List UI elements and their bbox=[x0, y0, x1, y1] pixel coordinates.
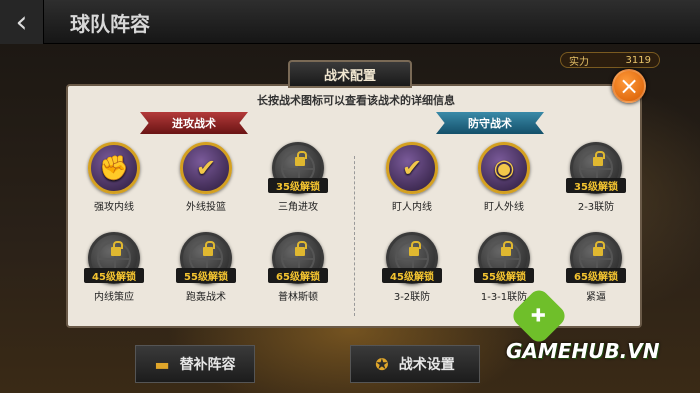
unlock-level-tag: 45级解锁 bbox=[382, 268, 442, 283]
offense-tactic-item[interactable]: ✔ 外线投篮 bbox=[166, 142, 246, 224]
lock-icon bbox=[501, 241, 513, 256]
tactic-glyph-icon: ✔ bbox=[195, 154, 217, 182]
power-value: 3119 bbox=[625, 54, 651, 66]
gamehub-watermark: ✚ GAMEHUB.VN bbox=[506, 286, 686, 385]
offense-tactic-item[interactable]: 65级解锁普林斯顿 bbox=[258, 232, 338, 314]
back-button[interactable]: ‹ bbox=[0, 0, 44, 44]
offense-tactic-item[interactable]: ✊ 强攻内线 bbox=[74, 142, 154, 224]
lock-icon bbox=[593, 151, 605, 166]
close-button[interactable]: × bbox=[612, 69, 646, 103]
substitutes-label: 替补阵容 bbox=[179, 357, 236, 373]
unlock-level-tag: 55级解锁 bbox=[474, 268, 534, 283]
dialog-hint: 长按战术图标可以查看该战术的详细信息 bbox=[257, 94, 455, 107]
unlock-level-tag: 45级解锁 bbox=[84, 268, 144, 283]
tactics-settings-label: 战术设置 bbox=[398, 357, 455, 373]
lock-icon bbox=[593, 241, 605, 256]
offense-tactic-item[interactable]: 35级解锁三角进攻 bbox=[258, 142, 338, 224]
defense-tactic-item[interactable]: 45级解锁 3-2联防 bbox=[372, 232, 452, 314]
tactic-label: 盯人外线 bbox=[484, 202, 524, 213]
tactic-icon: ◉ bbox=[478, 142, 530, 194]
offense-tactic-item[interactable]: 55级解锁跑轰战术 bbox=[166, 232, 246, 314]
lock-icon bbox=[203, 241, 215, 256]
tactic-label: 外线投篮 bbox=[186, 202, 226, 213]
tactic-icon: ✊ bbox=[88, 142, 140, 194]
unlock-level-tag: 35级解锁 bbox=[566, 178, 626, 193]
tactic-label: 3-2联防 bbox=[393, 292, 431, 303]
tactic-label: 三角进攻 bbox=[278, 202, 318, 213]
tactic-glyph-icon: ✔ bbox=[401, 154, 423, 182]
dialog-title: 战术配置 bbox=[288, 60, 412, 88]
gamepad-logo-icon: ✚ bbox=[509, 286, 569, 346]
defense-tactic-item[interactable]: 35级解锁 2-3联防 bbox=[556, 142, 636, 224]
tactic-icon: ✔ bbox=[386, 142, 438, 194]
tactic-label: 跑轰战术 bbox=[186, 292, 226, 303]
section-divider bbox=[354, 156, 355, 316]
tactics-icon: ✪ bbox=[375, 354, 389, 374]
tactics-settings-button[interactable]: ✪ 战术设置 bbox=[350, 345, 480, 383]
defense-tactic-item[interactable]: ◉ 盯人外线 bbox=[464, 142, 544, 224]
lock-icon bbox=[295, 241, 307, 256]
tactic-label: 盯人内线 bbox=[392, 202, 432, 213]
defense-tactic-item[interactable]: ✔ 盯人内线 bbox=[372, 142, 452, 224]
offense-tactic-item[interactable]: 45级解锁内线策应 bbox=[74, 232, 154, 314]
unlock-level-tag: 55级解锁 bbox=[176, 268, 236, 283]
tactic-label: 普林斯顿 bbox=[278, 292, 318, 303]
tactic-label: 强攻内线 bbox=[94, 202, 134, 213]
tactic-label: 2-3联防 bbox=[577, 202, 615, 213]
lock-icon bbox=[409, 241, 421, 256]
substitutes-button[interactable]: ▬ 替补阵容 bbox=[135, 345, 255, 383]
unlock-level-tag: 35级解锁 bbox=[268, 178, 328, 193]
offense-banner: 进攻战术 bbox=[140, 112, 248, 134]
lock-icon bbox=[295, 151, 307, 166]
unlock-level-tag: 65级解锁 bbox=[566, 268, 626, 283]
unlock-level-tag: 65级解锁 bbox=[268, 268, 328, 283]
top-bar: ‹ 球队阵容 bbox=[0, 0, 700, 44]
defense-banner: 防守战术 bbox=[436, 112, 544, 134]
tactic-icon: ✔ bbox=[180, 142, 232, 194]
tactic-glyph-icon: ◉ bbox=[493, 154, 515, 182]
power-label: 实力 bbox=[569, 56, 589, 68]
lock-icon bbox=[111, 241, 123, 256]
tactic-label: 内线策应 bbox=[94, 292, 134, 303]
watermark-text: GAMEHUB.VN bbox=[506, 339, 660, 363]
page-title: 球队阵容 bbox=[70, 12, 150, 36]
tactics-dialog: 长按战术图标可以查看该战术的详细信息 进攻战术 防守战术 ✊ 强攻内线 ✔ 外线投篮 3… bbox=[66, 84, 642, 328]
team-power-badge: 实力 3119 bbox=[560, 52, 660, 68]
bench-icon: ▬ bbox=[154, 354, 170, 374]
tactic-glyph-icon: ✊ bbox=[99, 154, 129, 182]
